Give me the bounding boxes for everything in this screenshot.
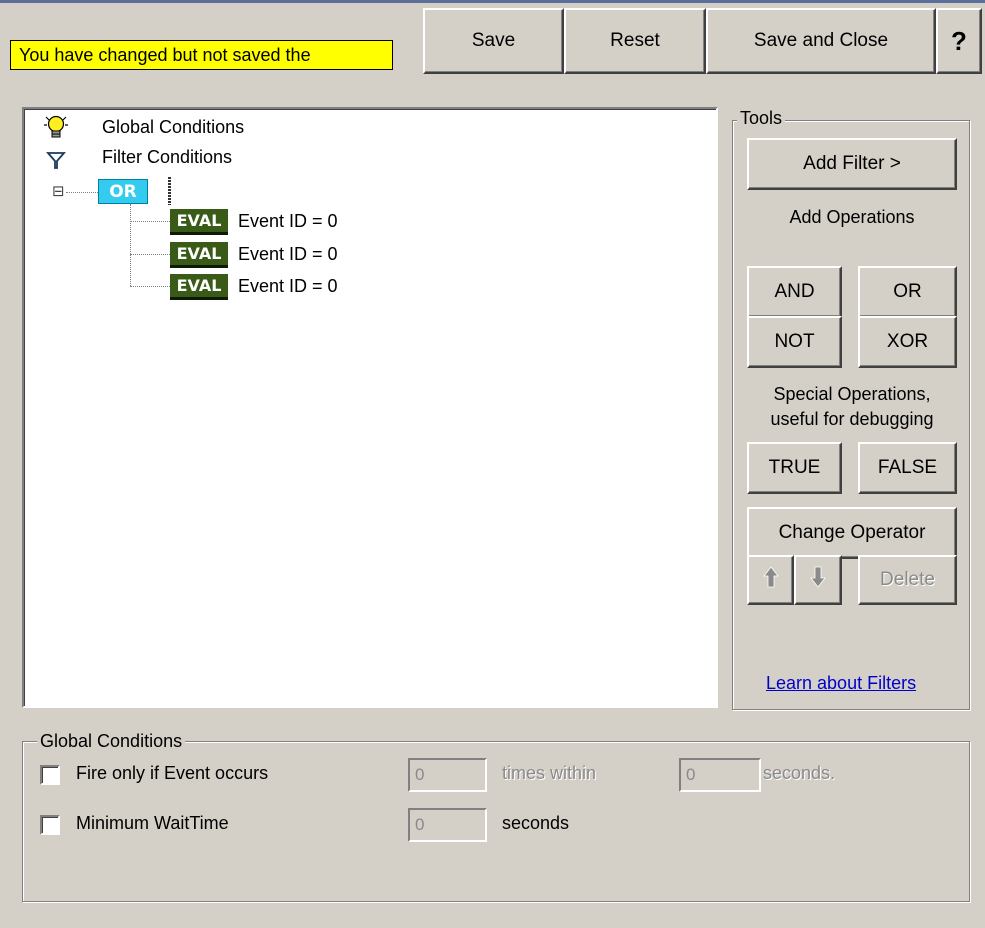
global-conditions-title: Global Conditions bbox=[37, 731, 186, 752]
move-down-button[interactable] bbox=[794, 555, 842, 605]
filter-tree-view[interactable]: Global Conditions Filter Conditions ⊟ OR… bbox=[22, 107, 718, 708]
tree-global-conditions[interactable]: Global Conditions bbox=[102, 117, 244, 138]
fire-only-checkbox[interactable] bbox=[40, 765, 60, 785]
or-button[interactable]: OR bbox=[858, 266, 957, 318]
special-operations-label: Special Operations, bbox=[773, 384, 931, 404]
learn-about-filters-link[interactable]: Learn about Filters bbox=[766, 673, 916, 694]
delete-button[interactable]: Delete bbox=[858, 555, 957, 605]
tree-connector bbox=[66, 192, 98, 193]
eval-node-icon: EVAL bbox=[170, 209, 228, 235]
tree-connector bbox=[130, 204, 131, 286]
window-top-border bbox=[0, 0, 985, 3]
tree-filter-conditions[interactable]: Filter Conditions bbox=[102, 147, 232, 168]
save-button[interactable]: Save bbox=[423, 8, 564, 74]
false-button[interactable]: FALSE bbox=[858, 442, 957, 494]
or-operator-node[interactable]: OR bbox=[98, 179, 148, 204]
help-button[interactable]: ? bbox=[936, 8, 982, 74]
collapse-expander-icon[interactable]: ⊟ bbox=[52, 184, 65, 199]
tree-connector bbox=[130, 221, 170, 222]
tree-connector bbox=[130, 286, 170, 287]
special-operations-sublabel: useful for debugging bbox=[770, 409, 934, 429]
tools-group-title: Tools bbox=[737, 108, 786, 129]
lightbulb-icon bbox=[44, 112, 68, 141]
arrow-up-icon bbox=[762, 566, 779, 594]
save-and-close-button[interactable]: Save and Close bbox=[706, 8, 936, 74]
eval-node-icon: EVAL bbox=[170, 274, 228, 300]
tree-item-event-condition[interactable]: Event ID = 0 bbox=[238, 211, 338, 232]
minimum-wait-checkbox[interactable] bbox=[40, 815, 60, 835]
unsaved-warning-banner: You have changed but not saved the bbox=[10, 40, 393, 70]
fire-count-input[interactable]: 0 bbox=[408, 758, 487, 792]
add-operations-label: Add Operations bbox=[789, 207, 915, 227]
seconds-label: seconds bbox=[502, 813, 570, 833]
fire-only-label: Fire only if Event occurs bbox=[76, 763, 269, 783]
times-within-label: times within bbox=[502, 763, 597, 783]
move-up-button[interactable] bbox=[747, 555, 794, 605]
xor-button[interactable]: XOR bbox=[858, 316, 957, 368]
minimum-wait-input[interactable]: 0 bbox=[408, 808, 487, 842]
eval-node-icon: EVAL bbox=[170, 242, 228, 268]
tree-item-event-condition[interactable]: Event ID = 0 bbox=[238, 244, 338, 265]
tree-item-event-condition[interactable]: Event ID = 0 bbox=[238, 276, 338, 297]
seconds-suffix-label: seconds. bbox=[763, 763, 836, 783]
fire-seconds-input[interactable]: 0 bbox=[679, 758, 761, 792]
tree-connector bbox=[130, 254, 170, 255]
not-button[interactable]: NOT bbox=[747, 316, 842, 368]
funnel-icon bbox=[46, 150, 66, 170]
add-filter-button[interactable]: Add Filter > bbox=[747, 138, 957, 190]
and-button[interactable]: AND bbox=[747, 266, 842, 318]
true-button[interactable]: TRUE bbox=[747, 442, 842, 494]
minimum-wait-label: Minimum WaitTime bbox=[76, 813, 229, 833]
arrow-down-icon bbox=[810, 566, 826, 594]
change-operator-button[interactable]: Change Operator bbox=[747, 507, 957, 559]
reset-button[interactable]: Reset bbox=[564, 8, 706, 74]
text-cursor-icon bbox=[168, 177, 171, 205]
